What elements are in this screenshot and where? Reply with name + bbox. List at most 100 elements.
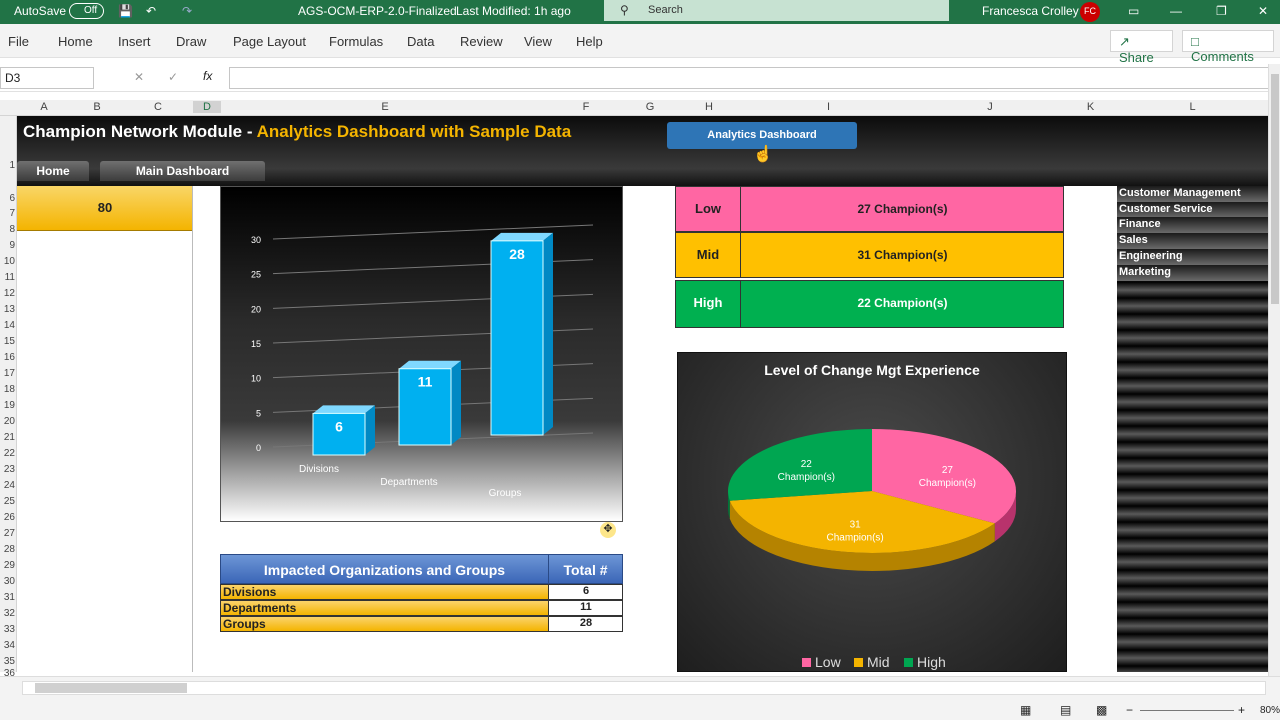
table-row[interactable]: Departments 11 xyxy=(220,600,623,616)
slicer-item-sales[interactable]: Sales xyxy=(1117,233,1268,249)
row-header[interactable]: 24 xyxy=(0,480,17,491)
row-header[interactable]: 27 xyxy=(0,528,17,539)
row-header[interactable]: 16 xyxy=(0,352,17,363)
row-header[interactable]: 28 xyxy=(0,544,17,555)
row-header[interactable]: 33 xyxy=(0,624,17,635)
cancel-icon[interactable]: ✕ xyxy=(134,70,144,84)
row-header[interactable]: 31 xyxy=(0,592,17,603)
col-header-g[interactable]: G xyxy=(623,101,677,113)
insert-function-icon[interactable]: fx xyxy=(203,69,212,83)
normal-view-icon[interactable]: ▦ xyxy=(1020,703,1031,717)
ribbon-display-icon[interactable]: ▭ xyxy=(1128,4,1139,18)
name-box[interactable]: D3 xyxy=(0,67,94,89)
row-header[interactable]: 6 xyxy=(0,193,17,204)
col-header-l[interactable]: L xyxy=(1117,101,1268,113)
level-row-high[interactable]: High 22 Champion(s) xyxy=(675,280,1064,328)
row-header[interactable]: 15 xyxy=(0,336,17,347)
vertical-scrollbar[interactable] xyxy=(1268,64,1280,676)
slicer-item-customer-service[interactable]: Customer Service xyxy=(1117,202,1268,218)
avatar[interactable]: FC xyxy=(1080,2,1100,22)
table-row[interactable]: Divisions 6 xyxy=(220,584,623,600)
row-header[interactable]: 23 xyxy=(0,464,17,475)
tab-help[interactable]: Help xyxy=(576,34,603,49)
minimize-icon[interactable]: — xyxy=(1170,4,1182,18)
tab-data[interactable]: Data xyxy=(407,34,434,49)
scroll-thumb[interactable] xyxy=(35,683,187,693)
scroll-thumb[interactable] xyxy=(1271,74,1279,304)
col-header-c[interactable]: C xyxy=(123,101,193,113)
slicer-item-customer-management[interactable]: Customer Management xyxy=(1117,186,1268,202)
close-icon[interactable]: ✕ xyxy=(1258,4,1268,18)
enter-icon[interactable]: ✓ xyxy=(168,70,178,84)
tab-home[interactable]: Home xyxy=(58,34,93,49)
search-box[interactable]: ⚲ Search xyxy=(604,0,949,21)
col-header-k[interactable]: K xyxy=(1064,101,1117,113)
row-header[interactable]: 7 xyxy=(0,208,17,219)
row-header[interactable]: 10 xyxy=(0,256,17,267)
slicer-item-finance[interactable]: Finance xyxy=(1117,217,1268,233)
comments-button[interactable]: □ Comments xyxy=(1182,30,1274,64)
row-header[interactable]: 9 xyxy=(0,240,17,251)
row-header[interactable]: 18 xyxy=(0,384,17,395)
share-button[interactable]: ↗ Share xyxy=(1110,30,1173,65)
horizontal-scrollbar[interactable] xyxy=(22,681,1266,695)
redo-icon[interactable]: ↷ xyxy=(182,4,192,18)
row-header[interactable]: 22 xyxy=(0,448,17,459)
page-break-icon[interactable]: ▩ xyxy=(1096,703,1107,717)
pie-chart[interactable]: Level of Change Mgt Experience 27 Champion… xyxy=(677,352,1067,672)
row-header[interactable]: 35 xyxy=(0,656,17,667)
row-header[interactable]: 29 xyxy=(0,560,17,571)
tab-page-layout[interactable]: Page Layout xyxy=(233,34,306,49)
tab-insert[interactable]: Insert xyxy=(118,34,151,49)
level-row-mid[interactable]: Mid 31 Champion(s) xyxy=(675,232,1064,278)
row-header[interactable]: 19 xyxy=(0,400,17,411)
table-row[interactable]: Groups 28 xyxy=(220,616,623,632)
zoom-level[interactable]: 80% xyxy=(1260,705,1280,716)
row-header[interactable]: 8 xyxy=(0,224,17,235)
autosave-toggle[interactable]: Off xyxy=(69,3,104,19)
row-header[interactable]: 17 xyxy=(0,368,17,379)
slicer-item-engineering[interactable]: Engineering xyxy=(1117,249,1268,265)
zoom-slider[interactable] xyxy=(1140,710,1234,711)
row-header[interactable]: 25 xyxy=(0,496,17,507)
zoom-out-icon[interactable]: − xyxy=(1126,703,1133,717)
level-row-low[interactable]: Low 27 Champion(s) xyxy=(675,186,1064,232)
undo-icon[interactable]: ↶ xyxy=(146,4,156,18)
col-header-d[interactable]: D xyxy=(193,101,221,113)
col-header-i[interactable]: I xyxy=(741,101,916,113)
main-dashboard-button[interactable]: Main Dashboard xyxy=(100,161,265,181)
row-header[interactable]: 34 xyxy=(0,640,17,651)
last-modified[interactable]: Last Modified: 1h ago xyxy=(456,4,571,18)
col-header-e[interactable]: E xyxy=(221,101,549,113)
zoom-in-icon[interactable]: + xyxy=(1238,703,1245,717)
row-header[interactable]: 14 xyxy=(0,320,17,331)
slicer-item-marketing[interactable]: Marketing xyxy=(1117,265,1268,281)
restore-icon[interactable]: ❐ xyxy=(1216,4,1227,18)
bar-chart[interactable]: 0 5 10 15 20 25 30 6 11 28 Divisions Departments Gro… xyxy=(220,186,623,522)
col-header-b[interactable]: B xyxy=(71,101,123,113)
tab-view[interactable]: View xyxy=(524,34,552,49)
tab-file[interactable]: File xyxy=(8,34,29,49)
row-header[interactable]: 30 xyxy=(0,576,17,587)
col-header-a[interactable]: A xyxy=(17,101,71,113)
row-header[interactable]: 13 xyxy=(0,304,17,315)
col-header-h[interactable]: H xyxy=(677,101,741,113)
tab-draw[interactable]: Draw xyxy=(176,34,206,49)
save-icon[interactable]: 💾 xyxy=(118,4,133,18)
home-button[interactable]: Home xyxy=(17,161,89,181)
page-layout-icon[interactable]: ▤ xyxy=(1060,703,1071,717)
row-header[interactable]: 11 xyxy=(0,272,17,283)
tab-review[interactable]: Review xyxy=(460,34,503,49)
col-header-j[interactable]: J xyxy=(916,101,1064,113)
row-header[interactable]: 12 xyxy=(0,288,17,299)
formula-input[interactable] xyxy=(229,67,1269,89)
level-count: 31 Champion(s) xyxy=(857,248,948,262)
total-champions-cell[interactable]: 80 xyxy=(17,186,193,231)
row-header[interactable]: 21 xyxy=(0,432,17,443)
tab-formulas[interactable]: Formulas xyxy=(329,34,383,49)
row-header[interactable]: 1 xyxy=(0,160,17,171)
row-header[interactable]: 32 xyxy=(0,608,17,619)
row-header[interactable]: 20 xyxy=(0,416,17,427)
row-header[interactable]: 26 xyxy=(0,512,17,523)
col-header-f[interactable]: F xyxy=(549,101,623,113)
